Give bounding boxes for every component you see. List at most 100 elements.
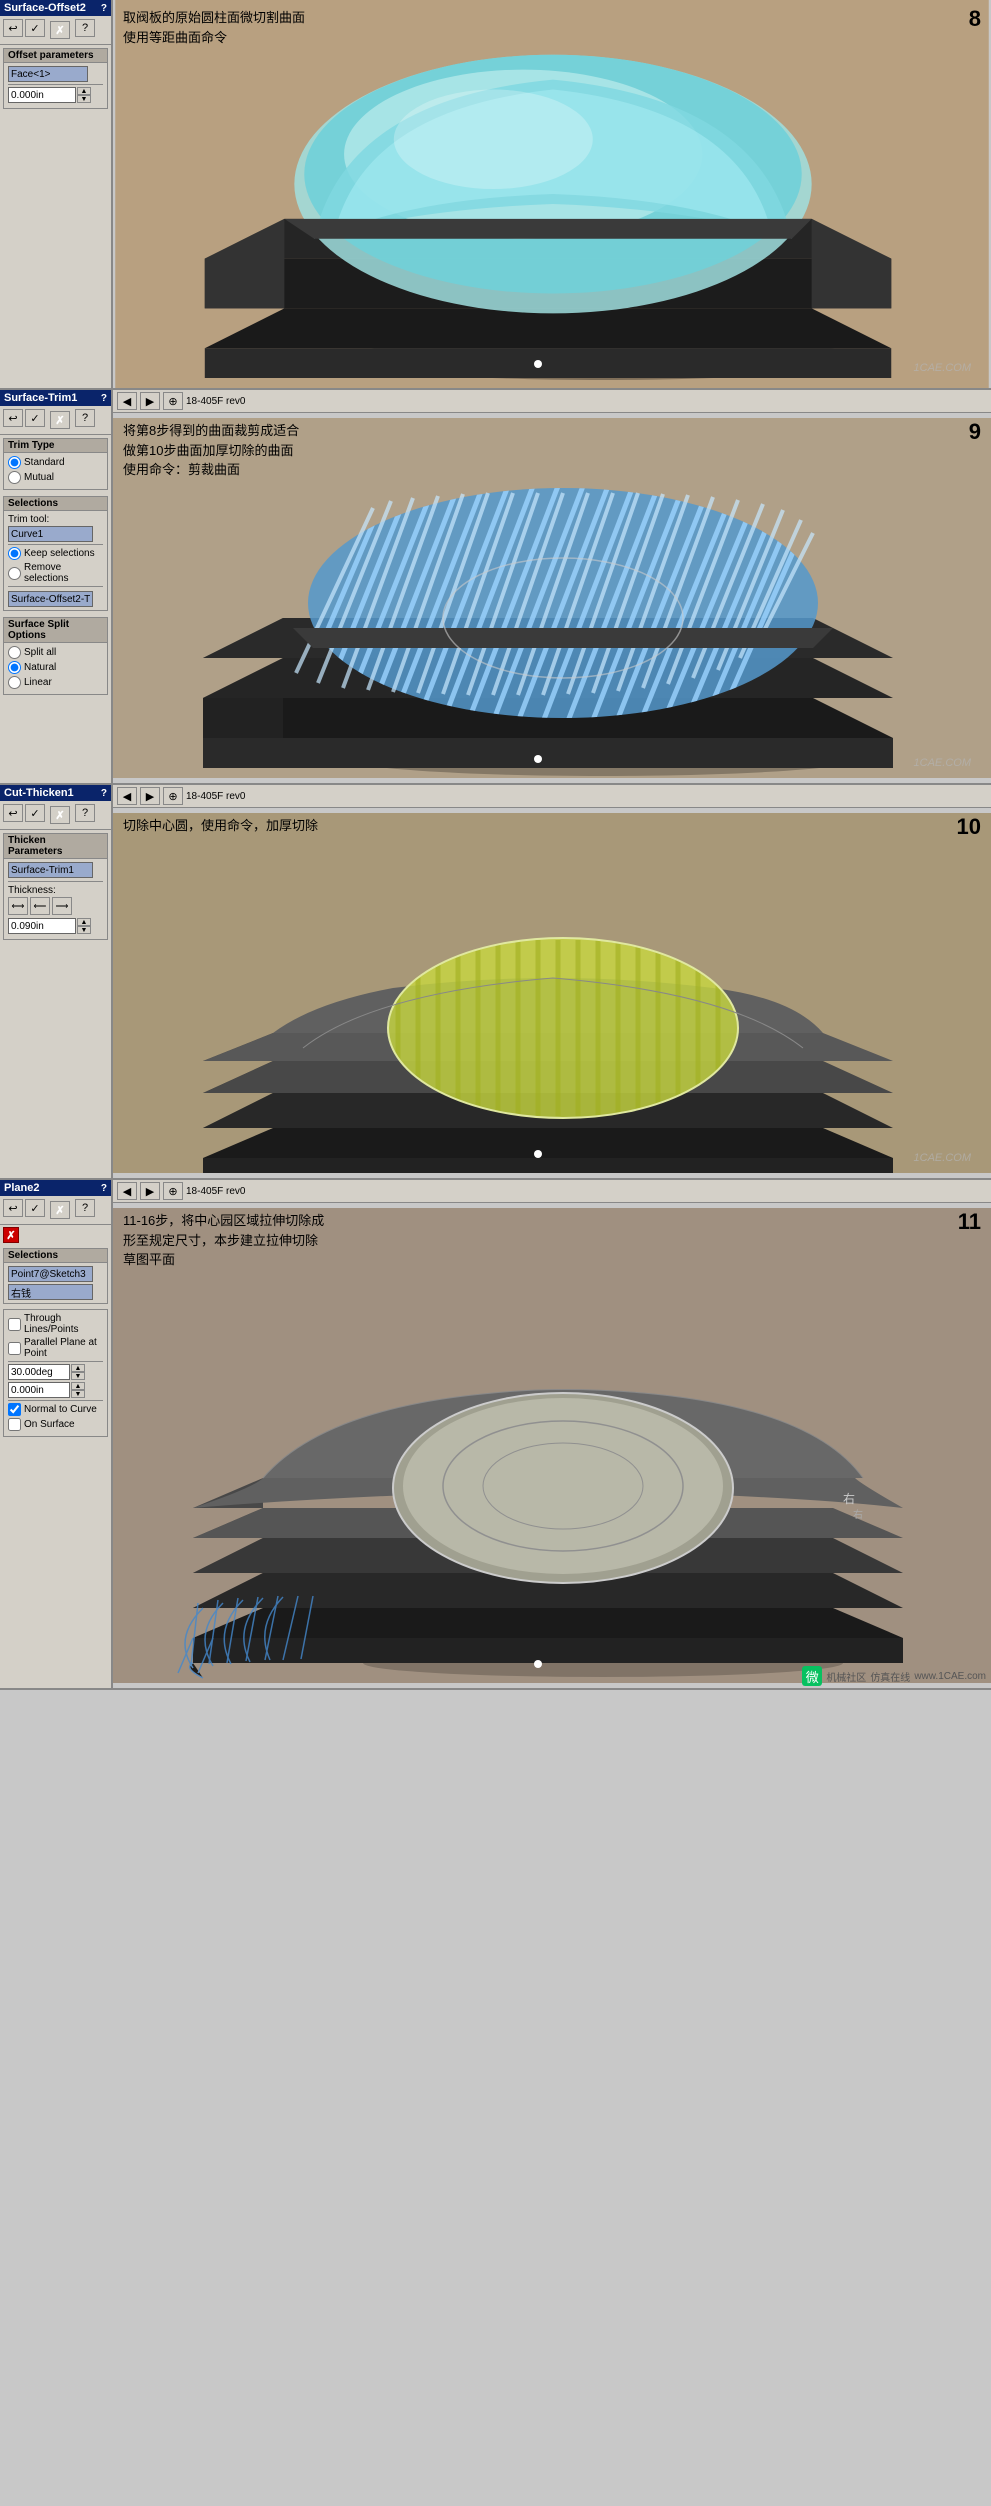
help-btn-2[interactable]: ?	[75, 409, 95, 427]
on-surface-check[interactable]	[8, 1418, 21, 1431]
thickness-icons: ⟷ ⟵ ⟶	[8, 897, 103, 915]
spin-up-dist[interactable]: ▲	[71, 1382, 85, 1390]
cancel-btn-4[interactable]: ✗	[50, 1201, 70, 1219]
thickness-field[interactable]	[8, 918, 76, 934]
topbar-icon-3c[interactable]: ⊕	[163, 787, 183, 805]
radio-mutual: Mutual	[8, 471, 103, 484]
step-badge-4: 11	[958, 1209, 981, 1235]
spin-down-dist[interactable]: ▼	[71, 1390, 85, 1398]
help-btn-4[interactable]: ?	[75, 1199, 95, 1217]
delete-btn-4[interactable]: ✗	[3, 1227, 19, 1243]
confirm-btn-2[interactable]: ✓	[25, 409, 45, 427]
thickness-icon-2[interactable]: ⟵	[30, 897, 50, 915]
spin-down[interactable]: ▼	[77, 95, 91, 103]
surface-field-3[interactable]	[8, 862, 93, 878]
spin-up-angle[interactable]: ▲	[71, 1364, 85, 1372]
spin-up[interactable]: ▲	[77, 87, 91, 95]
radio-mutual-input[interactable]	[8, 471, 21, 484]
spin-down-3[interactable]: ▼	[77, 926, 91, 934]
step-badge-1: 8	[969, 6, 981, 32]
topbar-icon-2a[interactable]: ◀	[117, 392, 137, 410]
cn-line2-2: 做第10步曲面加厚切除的曲面	[123, 441, 299, 461]
trim-tool-field[interactable]	[8, 526, 93, 542]
help-btn-3[interactable]: ?	[75, 804, 95, 822]
step-badge-2: 9	[969, 419, 981, 445]
confirm-btn-3[interactable]: ✓	[25, 804, 45, 822]
topbar-title-4: 18-405F rev0	[186, 1186, 245, 1197]
trim-type-content: Standard Mutual	[4, 453, 107, 489]
undo-btn-3[interactable]: ↩	[3, 804, 23, 822]
undo-btn-1[interactable]: ↩	[3, 19, 23, 37]
radio-remove-input[interactable]	[8, 567, 21, 580]
normal-curve-label: Normal to Curve	[24, 1404, 97, 1415]
angle-field[interactable]	[8, 1364, 70, 1380]
cancel-btn-2[interactable]: ✗	[50, 411, 70, 429]
angle-row: ▲ ▼	[8, 1364, 103, 1380]
undo-btn-4[interactable]: ↩	[3, 1199, 23, 1217]
sidebar-4: Plane2 ? ↩ ✓ ✗ ? ✗ Selections Th	[0, 1180, 113, 1688]
sidebar-toolbar-2: ↩ ✓ ✗ ?	[0, 406, 111, 435]
top-bar-3: ◀ ▶ ⊕ 18-405F rev0	[113, 785, 991, 808]
face-field[interactable]	[8, 66, 88, 82]
topbar-icon-2b[interactable]: ▶	[140, 392, 160, 410]
thickness-icon-1[interactable]: ⟷	[8, 897, 28, 915]
url-label: 仿真在线	[870, 1669, 910, 1684]
sidebar-close-2[interactable]: ?	[101, 393, 107, 404]
distance-spinner: ▲ ▼	[71, 1382, 85, 1398]
cn-text-1: 取阀板的原始圆柱面微切割曲面 使用等距曲面命令	[123, 8, 305, 47]
parallel-plane-check[interactable]	[8, 1342, 21, 1355]
parallel-plane-label: Parallel Plane at Point	[24, 1337, 103, 1359]
radio-keep-input[interactable]	[8, 547, 21, 560]
cancel-btn-3[interactable]: ✗	[50, 806, 70, 824]
help-btn-1[interactable]: ?	[75, 19, 95, 37]
confirm-btn-4[interactable]: ✓	[25, 1199, 45, 1217]
distance-field[interactable]	[8, 1382, 70, 1398]
sidebar-3: Cut-Thicken1 ? ↩ ✓ ✗ ? Thicken Parameter…	[0, 785, 113, 1178]
spin-down-angle[interactable]: ▼	[71, 1372, 85, 1380]
cancel-btn-1[interactable]: ✗	[50, 21, 70, 39]
thicken-params-group: Thicken Parameters Thickness: ⟷ ⟵ ⟶ ▲ ▼	[3, 833, 108, 940]
topbar-icon-4a[interactable]: ◀	[117, 1182, 137, 1200]
edge-field-4[interactable]	[8, 1284, 93, 1300]
parallel-plane-row: Parallel Plane at Point	[8, 1337, 103, 1359]
thickness-label: Thickness:	[8, 885, 103, 896]
selections-content-2: Trim tool: Keep selections Remove select…	[4, 511, 107, 610]
radio-natural-input[interactable]	[8, 661, 21, 674]
trim0-field[interactable]	[8, 591, 93, 607]
point-field-4[interactable]	[8, 1266, 93, 1282]
topbar-title-3: 18-405F rev0	[186, 791, 245, 802]
radio-linear-input[interactable]	[8, 676, 21, 689]
radio-split-all-input[interactable]	[8, 646, 21, 659]
section-1: Surface-Offset2 ? ↩ ✓ ✗ ? Offset paramet…	[0, 0, 991, 390]
model-svg-1	[113, 0, 991, 388]
canvas-container-3: 切除中心圆，使用命令，加厚切除 10 1CAE.COM	[113, 808, 991, 1178]
plane-options-content: Through Lines/Points Parallel Plane at P…	[4, 1310, 107, 1436]
model-svg-4: 右 右	[113, 1203, 991, 1688]
sidebar-close-4[interactable]: ?	[101, 1183, 107, 1194]
thicken-params-title: Thicken Parameters	[4, 834, 107, 859]
topbar-icon-3b[interactable]: ▶	[140, 787, 160, 805]
sidebar-close-3[interactable]: ?	[101, 788, 107, 799]
through-lines-row: Through Lines/Points	[8, 1313, 103, 1335]
offset-value-field[interactable]	[8, 87, 76, 103]
undo-btn-2[interactable]: ↩	[3, 409, 23, 427]
topbar-icon-2c[interactable]: ⊕	[163, 392, 183, 410]
through-lines-check[interactable]	[8, 1318, 21, 1331]
sidebar-close-1[interactable]: ?	[101, 3, 107, 14]
canvas-container-4: 11-16步，将中心园区域拉伸切除成 形至规定尺寸，本步建立拉伸切除 草图平面 …	[113, 1203, 991, 1688]
radio-natural-label: Natural	[24, 662, 56, 673]
cn-text-2: 将第8步得到的曲面裁剪成适合 做第10步曲面加厚切除的曲面 使用命令：剪裁曲面	[123, 421, 299, 480]
confirm-btn-1[interactable]: ✓	[25, 19, 45, 37]
thickness-icon-3[interactable]: ⟶	[52, 897, 72, 915]
plane-options-group: Through Lines/Points Parallel Plane at P…	[3, 1309, 108, 1437]
normal-curve-check[interactable]	[8, 1403, 21, 1416]
spin-up-3[interactable]: ▲	[77, 918, 91, 926]
cn-line3-4: 草图平面	[123, 1250, 324, 1270]
radio-standard-input[interactable]	[8, 456, 21, 469]
topbar-icon-4c[interactable]: ⊕	[163, 1182, 183, 1200]
topbar-icon-3a[interactable]: ◀	[117, 787, 137, 805]
selections-title-4: Selections	[4, 1249, 107, 1263]
cn-line2-1: 使用等距曲面命令	[123, 28, 305, 48]
topbar-icon-4b[interactable]: ▶	[140, 1182, 160, 1200]
surface-split-title: Surface Split Options	[4, 618, 107, 643]
